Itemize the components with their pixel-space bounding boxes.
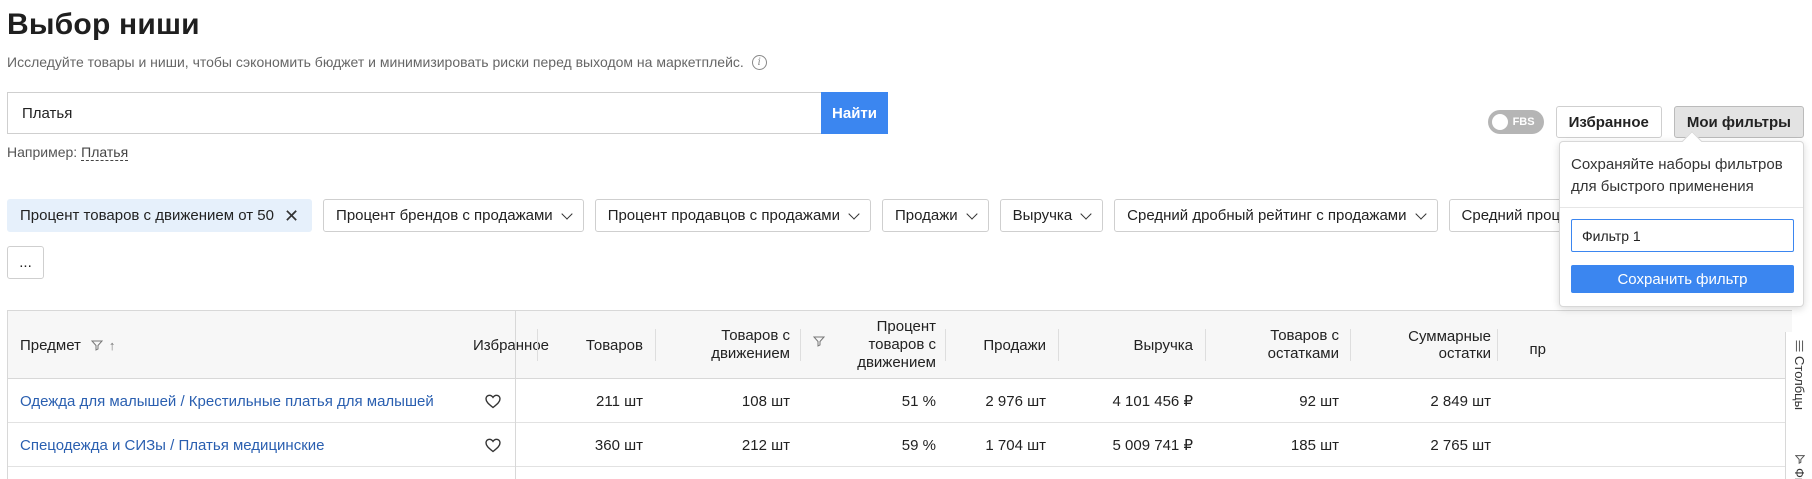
right-toolbar: FBS Избранное Мои фильтры — [1487, 106, 1804, 138]
page-subtitle: Исследуйте товары и ниши, чтобы сэкономи… — [7, 54, 767, 70]
column-separator — [1350, 329, 1351, 361]
table-divider — [515, 311, 516, 479]
column-cut[interactable]: пр — [1508, 311, 1546, 379]
row-sales: 2 976 шт — [985, 392, 1046, 410]
heart-icon[interactable] — [478, 423, 508, 467]
row-revenue: 5 009 741 ₽ — [1112, 437, 1193, 454]
row-products: 211 шт — [596, 392, 643, 410]
columns-icon: ||| — [1794, 338, 1805, 352]
column-products[interactable]: Товаров — [548, 311, 643, 379]
row-stock-total: 2 849 шт — [1430, 392, 1491, 410]
chevron-down-icon — [848, 207, 860, 220]
side-columns-label: Столбцы — [1792, 356, 1807, 410]
row-moving-pct: 51 % — [901, 392, 936, 410]
table-header: Предмет ↑ Избранное Товаров Товаров с дв… — [8, 311, 1792, 379]
fbs-toggle-label: FBS — [1512, 116, 1535, 128]
heart-icon[interactable] — [478, 379, 508, 423]
row-in-stock: 92 шт — [1299, 392, 1339, 410]
column-separator — [655, 329, 656, 361]
filter-chip-moving-pct[interactable]: Процент товаров с движением от 50 ✕ — [7, 199, 313, 232]
row-products: 360 шт — [594, 436, 643, 454]
column-separator — [800, 329, 801, 361]
filter-chip-label: Средний проц — [1461, 207, 1561, 224]
row-subject-text[interactable]: Одежда для малышей / Крестильные платья … — [20, 393, 434, 410]
row-moving: 212 шт — [741, 436, 790, 454]
filter-icon[interactable] — [813, 335, 825, 347]
toggle-knob — [1491, 114, 1508, 130]
row-revenue: 4 101 456 ₽ — [1112, 393, 1193, 410]
side-panel: ||| Столбцы Фи — [1785, 332, 1812, 479]
side-filters-label: Фи — [1792, 468, 1807, 479]
filter-chip-rating[interactable]: Средний дробный рейтинг с продажами — [1114, 199, 1438, 232]
table-row[interactable]: Одежда для малышей / Крестильные платья … — [8, 379, 1792, 423]
filter-chip-label: Процент товаров с движением от 50 — [20, 207, 274, 224]
column-subject[interactable]: Предмет ↑ — [20, 311, 320, 379]
favorites-button[interactable]: Избранное — [1555, 106, 1662, 138]
filter-chip-revenue[interactable]: Выручка — [999, 199, 1104, 232]
chevron-down-icon — [1080, 207, 1092, 220]
search-example: Например: Платья — [7, 144, 129, 161]
filter-chip-brands-pct[interactable]: Процент брендов с продажами — [323, 199, 584, 232]
search-example-link[interactable]: Платья — [81, 144, 129, 161]
side-filters-tab[interactable]: Фи — [1786, 454, 1812, 479]
row-moving-pct: 59 % — [901, 436, 936, 454]
column-moving-pct[interactable]: Процент товаров с движением — [846, 311, 936, 379]
row-moving: 108 шт — [741, 392, 790, 410]
row-subject-text[interactable]: Спецодежда и СИЗы / Платья медицинские — [20, 437, 324, 454]
filter-chip-label: Процент брендов с продажами — [336, 207, 553, 224]
column-revenue[interactable]: Выручка — [1068, 311, 1193, 379]
page-title: Выбор ниши — [7, 8, 200, 41]
column-separator — [1497, 329, 1498, 361]
side-columns-tab[interactable]: ||| Столбцы — [1786, 338, 1812, 410]
column-separator — [1058, 329, 1059, 361]
row-sales: 1 704 шт — [985, 436, 1046, 454]
filter-name-input[interactable] — [1571, 219, 1794, 252]
search-bar: Найти — [7, 92, 888, 134]
search-button[interactable]: Найти — [821, 92, 888, 134]
filter-chip-label: Выручка — [1012, 207, 1073, 224]
popup-divider — [1560, 207, 1803, 208]
column-separator — [537, 329, 538, 361]
info-icon[interactable]: i — [751, 54, 767, 70]
filter-chip-label: Средний дробный рейтинг с продажами — [1127, 207, 1407, 224]
filter-chip-sales[interactable]: Продажи — [882, 199, 989, 232]
sort-up-icon[interactable]: ↑ — [109, 338, 116, 353]
more-filters-button[interactable]: ... — [7, 246, 44, 279]
column-moving[interactable]: Товаров с движением — [698, 311, 790, 379]
search-example-label: Например: — [7, 144, 78, 160]
popup-hint: Сохраняйте наборы фильтров для быстрого … — [1571, 156, 1783, 195]
filter-icon[interactable] — [90, 339, 103, 351]
fbs-toggle[interactable]: FBS — [1487, 110, 1544, 134]
column-sales[interactable]: Продажи — [958, 311, 1046, 379]
filter-chip-label: Продажи — [895, 207, 958, 224]
filter-chip-label: Процент продавцов с продажами — [607, 207, 840, 224]
close-icon[interactable]: ✕ — [284, 207, 299, 225]
niche-table: Предмет ↑ Избранное Товаров Товаров с дв… — [7, 310, 1792, 479]
row-in-stock: 185 шт — [1290, 436, 1339, 454]
column-separator — [945, 329, 946, 361]
page-subtitle-text: Исследуйте товары и ниши, чтобы сэкономи… — [7, 54, 744, 70]
save-filter-button[interactable]: Сохранить фильтр — [1571, 265, 1794, 293]
filter-icon — [1794, 455, 1805, 464]
row-stock-total: 2 765 шт — [1430, 436, 1491, 454]
table-row[interactable]: Спецодежда и СИЗы / Платья медицинские 3… — [8, 423, 1792, 467]
column-stock-total[interactable]: Суммарные остатки — [1353, 311, 1491, 379]
filter-chip-avg-pct[interactable]: Средний проц — [1448, 199, 1574, 232]
row-subject-link[interactable]: Спецодежда и СИЗы / Платья медицинские — [20, 423, 324, 467]
filter-chips: Процент товаров с движением от 50 ✕ Проц… — [7, 199, 1574, 232]
column-in-stock[interactable]: Товаров с остатками — [1248, 311, 1339, 379]
row-subject-link[interactable]: Одежда для малышей / Крестильные платья … — [20, 379, 434, 423]
my-filters-popup: Сохраняйте наборы фильтров для быстрого … — [1559, 141, 1804, 307]
column-subject-label: Предмет — [20, 336, 81, 354]
chevron-down-icon — [561, 207, 573, 220]
column-separator — [1205, 329, 1206, 361]
search-input[interactable] — [7, 92, 821, 134]
chevron-down-icon — [1414, 207, 1427, 220]
filter-chip-sellers-pct[interactable]: Процент продавцов с продажами — [594, 199, 871, 232]
chevron-down-icon — [965, 207, 978, 220]
